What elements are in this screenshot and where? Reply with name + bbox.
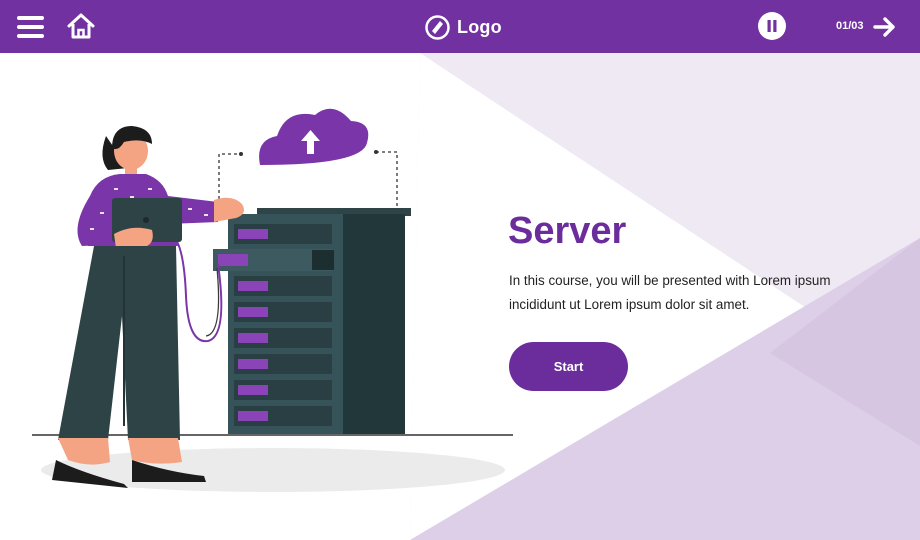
- page-title: Server: [508, 210, 627, 252]
- menu-icon[interactable]: [17, 15, 44, 39]
- logo: Logo: [425, 14, 502, 40]
- server-illustration: [32, 108, 513, 492]
- home-icon[interactable]: [66, 12, 96, 40]
- start-button[interactable]: Start: [509, 342, 628, 391]
- progress-counter: 01/03: [836, 20, 864, 32]
- cloud-upload-icon: [259, 108, 369, 165]
- course-description: In this course, you will be presented wi…: [509, 273, 831, 312]
- arrow-right-icon[interactable]: [872, 15, 898, 39]
- top-bar: Logo 01/03: [0, 0, 920, 53]
- logo-icon: [425, 14, 450, 40]
- server-rack: [213, 208, 411, 434]
- logo-text: Logo: [457, 16, 502, 37]
- pause-icon[interactable]: [758, 12, 786, 40]
- woman-figure: [52, 126, 244, 488]
